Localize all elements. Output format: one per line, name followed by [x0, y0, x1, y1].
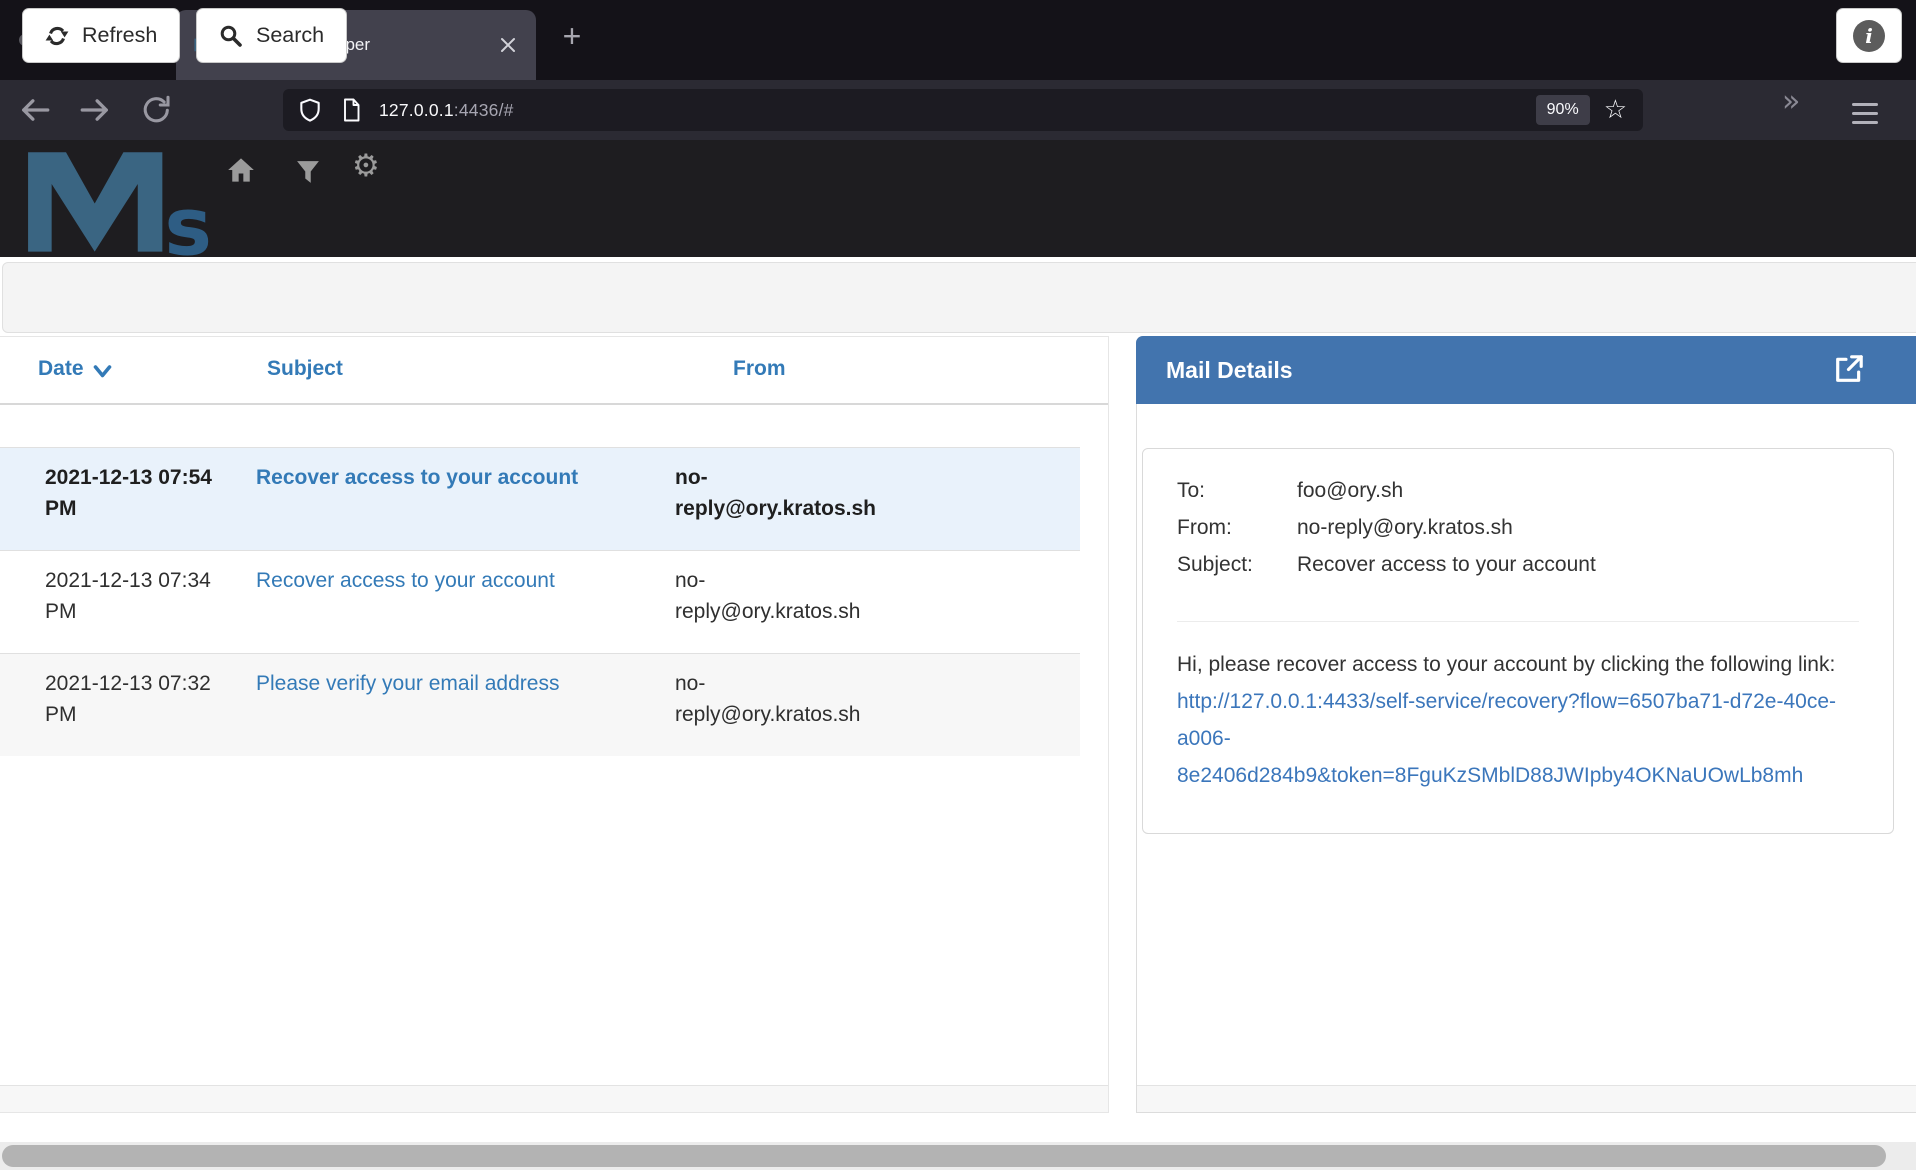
page-info-icon[interactable] [339, 97, 363, 123]
url-text[interactable]: 127.0.0.1:4436/# [379, 100, 514, 121]
tracking-shield-icon[interactable] [297, 97, 323, 123]
info-icon: i [1853, 20, 1885, 52]
to-label: To: [1177, 472, 1297, 509]
subject-value: Recover access to your account [1297, 546, 1596, 583]
forward-icon[interactable] [78, 93, 112, 127]
action-toolbar [2, 262, 1916, 333]
mail-list-rows: 2021-12-13 07:54 PM Recover access to yo… [0, 447, 1080, 756]
svg-text:s: s [164, 181, 212, 257]
browser-window: s Mail // MailSlurper + 127.0.0.1:4436/#… [0, 0, 1916, 1170]
mail-details-card: To: foo@ory.sh From: no-reply@ory.kratos… [1142, 448, 1894, 834]
mail-subject-link[interactable]: Please verify your email address [256, 672, 559, 695]
mail-body-text: Hi, please recover access to your accoun… [1177, 653, 1835, 676]
card-divider [1177, 621, 1859, 622]
settings-gear-icon[interactable]: ⚙ [352, 151, 380, 182]
mail-details-panel: Mail Details To: foo@ory.sh From: no-rep… [1136, 336, 1916, 1113]
mail-details-footer [1137, 1085, 1916, 1112]
bookmark-star-icon[interactable]: ☆ [1604, 95, 1627, 125]
address-bar[interactable]: 127.0.0.1:4436/# 90% ☆ [283, 89, 1643, 131]
subject-label: Subject: [1177, 546, 1297, 583]
refresh-button-label: Refresh [82, 23, 157, 48]
tab-close-icon[interactable] [498, 35, 518, 55]
search-icon [219, 24, 243, 48]
mail-details-header: Mail Details [1136, 336, 1916, 404]
column-header-from[interactable]: From [733, 357, 786, 381]
url-host: 127.0.0.1 [379, 100, 454, 120]
sort-desc-icon [93, 364, 112, 379]
mail-row[interactable]: 2021-12-13 07:34 PM Recover access to yo… [0, 550, 1080, 653]
mail-date: 2021-12-13 07:54 PM [45, 462, 225, 524]
horizontal-scrollbar[interactable] [0, 1142, 1916, 1170]
from-label: From: [1177, 509, 1297, 546]
home-icon[interactable] [227, 156, 255, 184]
mail-to-row: To: foo@ory.sh [1177, 472, 1893, 509]
reload-icon[interactable] [140, 93, 174, 127]
new-tab-button[interactable]: + [552, 18, 592, 55]
hamburger-menu-icon[interactable] [1852, 103, 1878, 130]
from-value: no-reply@ory.kratos.sh [1297, 509, 1513, 546]
filter-icon[interactable] [296, 159, 320, 185]
mail-from: no-reply@ory.kratos.sh [675, 462, 885, 524]
mail-date: 2021-12-13 07:34 PM [45, 565, 225, 627]
url-path: :4436/# [454, 100, 514, 120]
mail-date: 2021-12-13 07:32 PM [45, 668, 225, 730]
mail-list-footer [0, 1085, 1108, 1112]
mail-subject-row: Subject: Recover access to your account [1177, 546, 1893, 583]
mail-subject-link[interactable]: Recover access to your account [256, 569, 555, 592]
mail-details-title: Mail Details [1166, 357, 1293, 384]
scrollbar-thumb[interactable] [2, 1145, 1886, 1167]
to-value: foo@ory.sh [1297, 472, 1403, 509]
search-button[interactable]: Search [196, 8, 347, 63]
refresh-icon [45, 24, 69, 48]
back-icon[interactable] [18, 93, 52, 127]
column-header-subject[interactable]: Subject [267, 357, 343, 381]
mail-row[interactable]: 2021-12-13 07:32 PM Please verify your e… [0, 653, 1080, 756]
mail-from: no-reply@ory.kratos.sh [675, 668, 885, 730]
column-header-date[interactable]: Date [38, 357, 112, 381]
mail-body: Hi, please recover access to your accoun… [1177, 646, 1845, 794]
mail-row[interactable]: 2021-12-13 07:54 PM Recover access to yo… [0, 447, 1080, 550]
mail-from: no-reply@ory.kratos.sh [675, 565, 885, 627]
mail-from-row: From: no-reply@ory.kratos.sh [1177, 509, 1893, 546]
mailslurper-header: s [0, 140, 1916, 257]
mail-list-header: Date Subject From [0, 337, 1108, 405]
mailslurper-logo: s [25, 149, 230, 257]
search-button-label: Search [256, 23, 324, 48]
mail-list-panel: Date Subject From 2021-12-13 07:54 PM Re… [0, 336, 1109, 1113]
overflow-chevrons-icon[interactable]: » [1782, 84, 1800, 119]
recovery-link[interactable]: http://127.0.0.1:4433/self-service/recov… [1177, 690, 1836, 787]
refresh-button[interactable]: Refresh [22, 8, 180, 63]
mail-subject-link[interactable]: Recover access to your account [256, 466, 578, 489]
info-button[interactable]: i [1836, 8, 1902, 63]
open-external-icon[interactable] [1832, 353, 1865, 386]
zoom-level-badge[interactable]: 90% [1536, 95, 1590, 125]
